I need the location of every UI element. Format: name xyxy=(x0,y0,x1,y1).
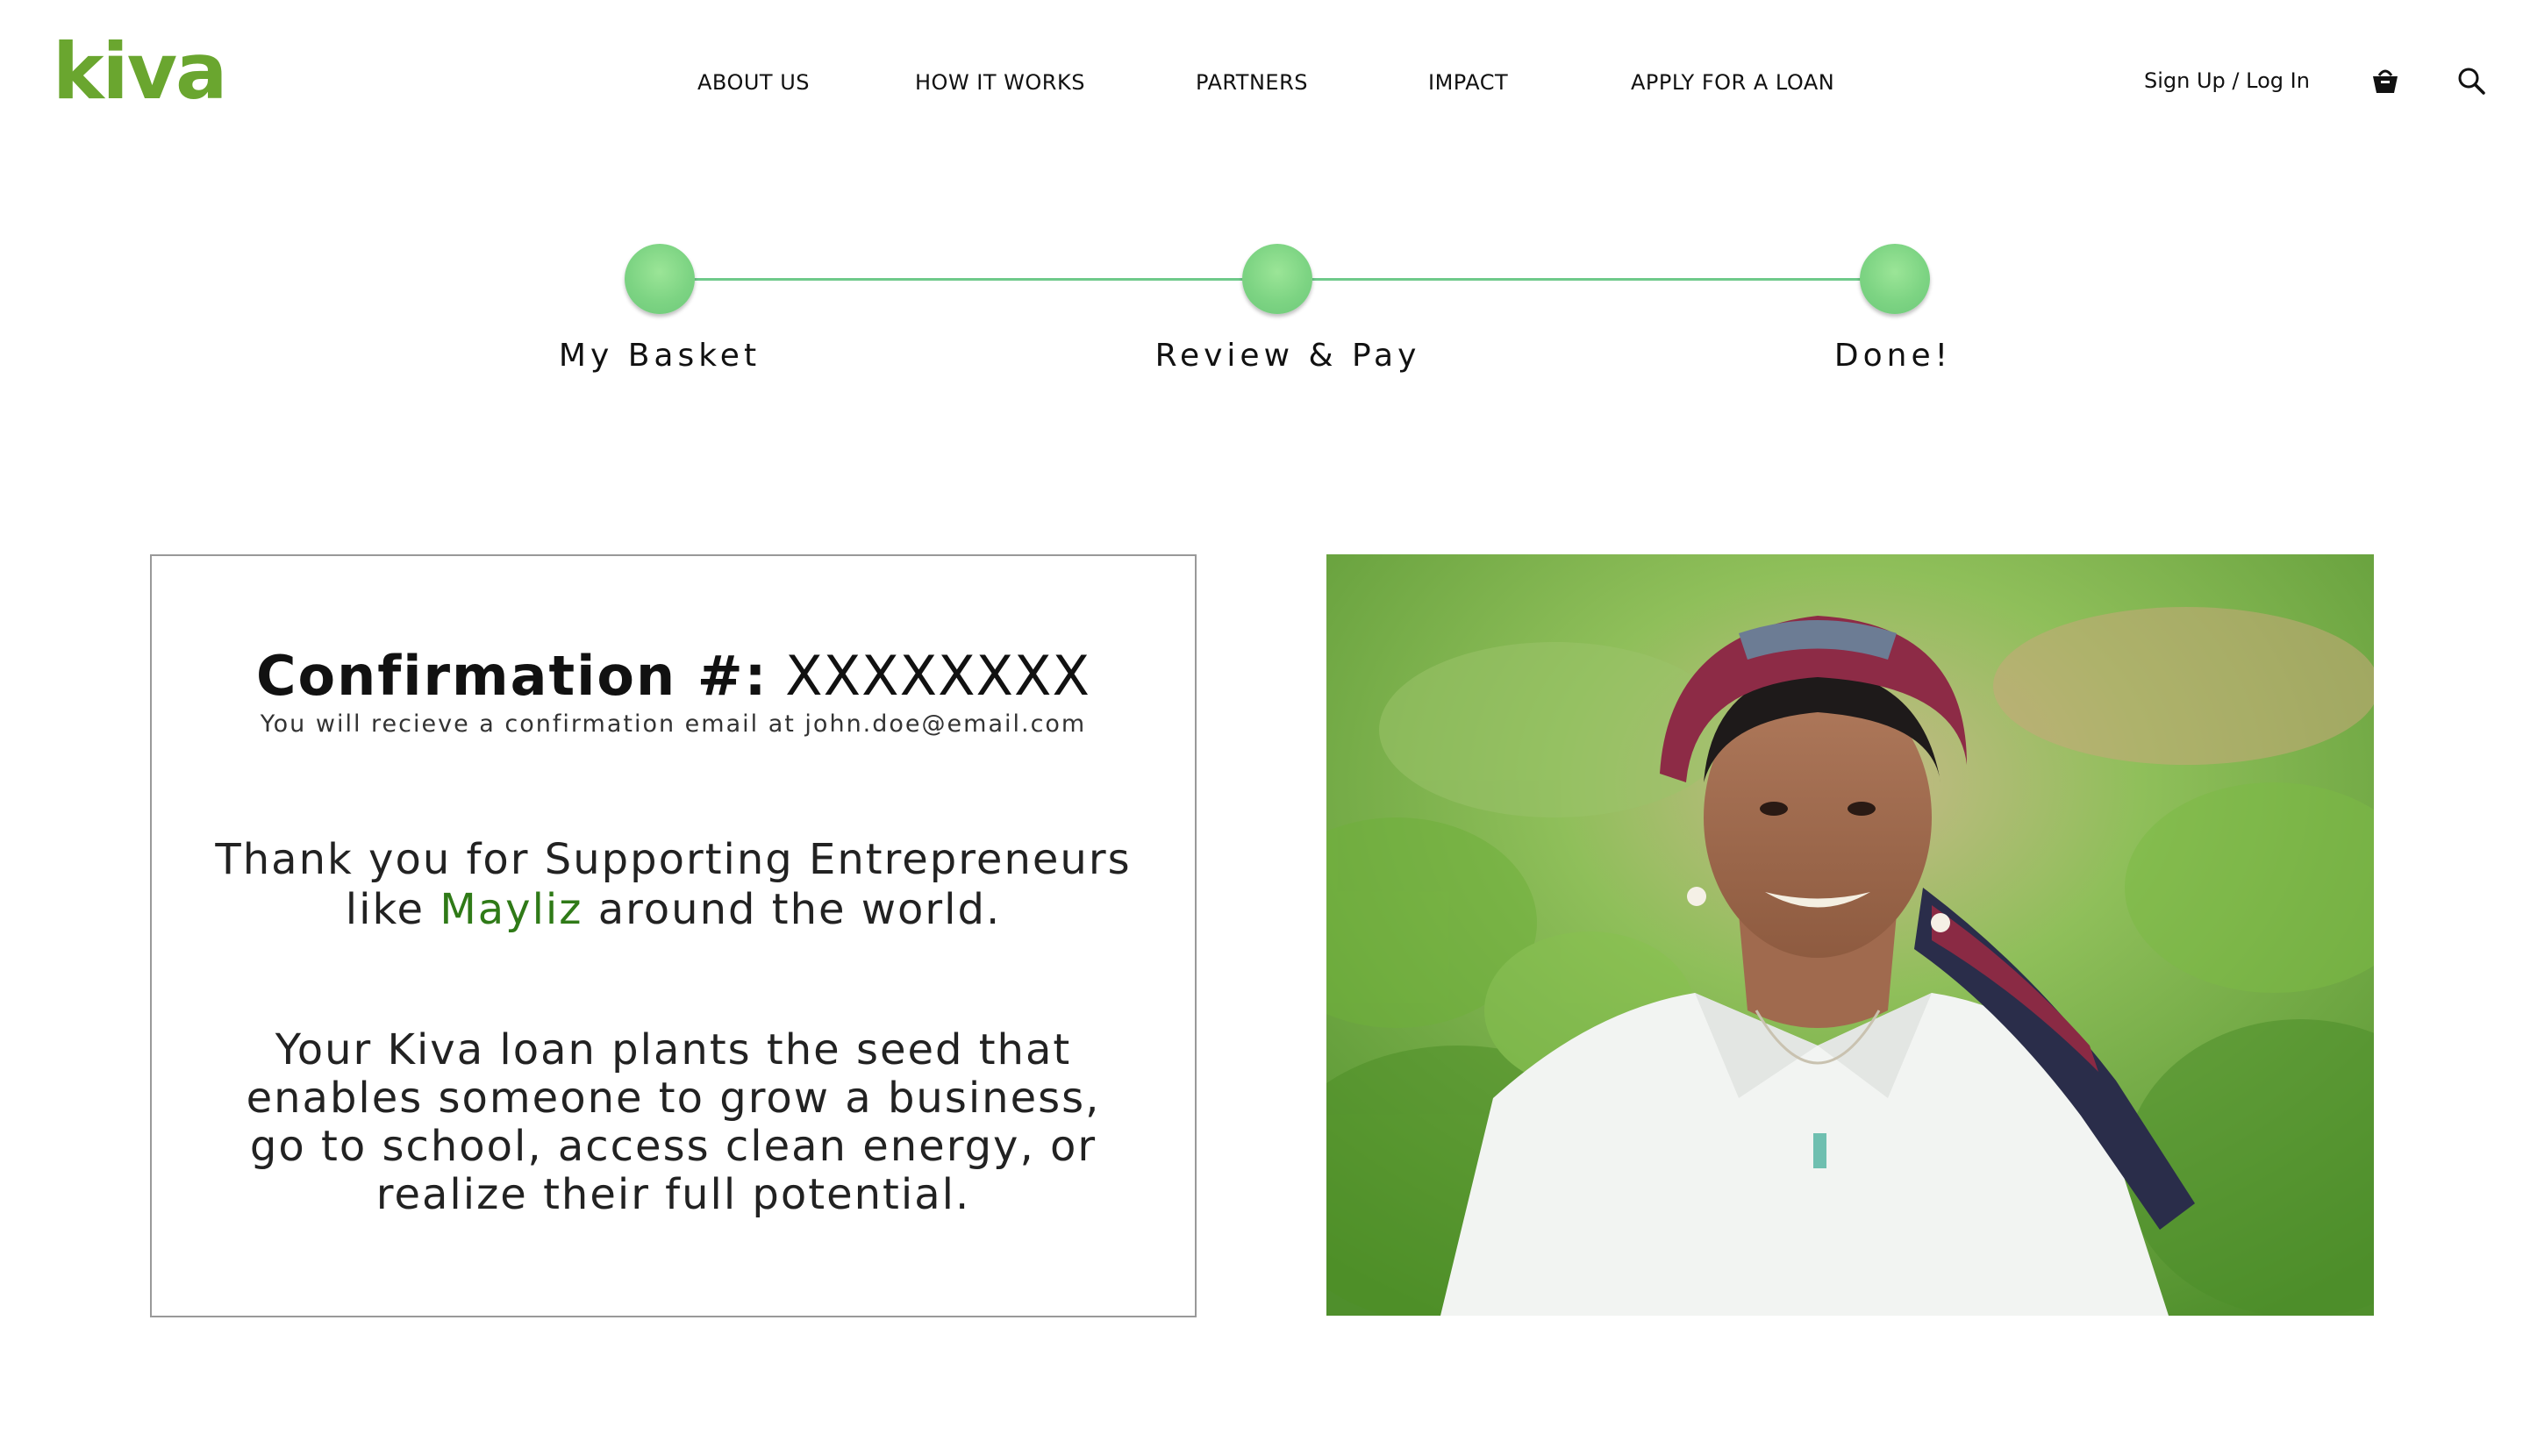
entrepreneur-name: Mayliz xyxy=(440,885,583,934)
thank-you-message: Thank you for Supporting Entrepreneurs l… xyxy=(152,835,1195,935)
mission-line: go to school, access clean energy, or xyxy=(249,1122,1097,1171)
stepper-connector xyxy=(1312,278,1898,281)
step-label-my-basket: My Basket xyxy=(558,338,761,374)
sign-up-log-in-link[interactable]: Sign Up / Log In xyxy=(2144,68,2310,93)
confirmation-email-notice: You will recieve a confirmation email at… xyxy=(260,710,1087,738)
confirmation-heading: Confirmation #: XXXXXXXX xyxy=(152,644,1195,708)
mission-line: enables someone to grow a business, xyxy=(246,1074,1101,1123)
basket-icon[interactable] xyxy=(2368,63,2403,98)
step-marker-my-basket xyxy=(625,244,695,314)
search-icon[interactable] xyxy=(2454,63,2489,98)
thank-you-line-1: Thank you for Supporting Entrepreneurs xyxy=(215,835,1132,884)
confirmation-label: Confirmation #: xyxy=(256,644,768,708)
step-marker-review-pay xyxy=(1242,244,1312,314)
nav-item-how-it-works[interactable]: HOW IT WORKS xyxy=(915,70,1085,95)
nav-item-partners[interactable]: PARTNERS xyxy=(1196,70,1308,95)
nav-item-apply-for-a-loan[interactable]: APPLY FOR A LOAN xyxy=(1631,70,1834,95)
step-marker-done xyxy=(1860,244,1930,314)
nav-item-about-us[interactable]: ABOUT US xyxy=(697,70,810,95)
confirmation-card: Confirmation #: XXXXXXXX You will reciev… xyxy=(150,554,1197,1317)
thank-you-prefix: like xyxy=(345,885,440,934)
checkout-confirmation-page: kiva ABOUT US HOW IT WORKS PARTNERS IMPA… xyxy=(0,0,2523,1456)
borrower-photo xyxy=(1326,554,2374,1316)
stepper-connector xyxy=(660,278,1246,281)
step-label-review-pay: Review & Pay xyxy=(1154,338,1421,374)
mission-line: realize their full potential. xyxy=(375,1170,971,1219)
borrower-portrait-illustration xyxy=(1326,554,2374,1316)
nav-item-impact[interactable]: IMPACT xyxy=(1428,70,1508,95)
thank-you-line-2: like Mayliz around the world. xyxy=(152,885,1195,935)
step-label-done: Done! xyxy=(1833,338,1953,374)
confirmation-number: XXXXXXXX xyxy=(785,644,1090,708)
mission-statement: Your Kiva loan plants the seed that enab… xyxy=(152,1026,1195,1219)
kiva-logo[interactable]: kiva xyxy=(53,33,227,111)
mission-line: Your Kiva loan plants the seed that xyxy=(275,1025,1072,1074)
thank-you-suffix: around the world. xyxy=(583,885,1002,934)
